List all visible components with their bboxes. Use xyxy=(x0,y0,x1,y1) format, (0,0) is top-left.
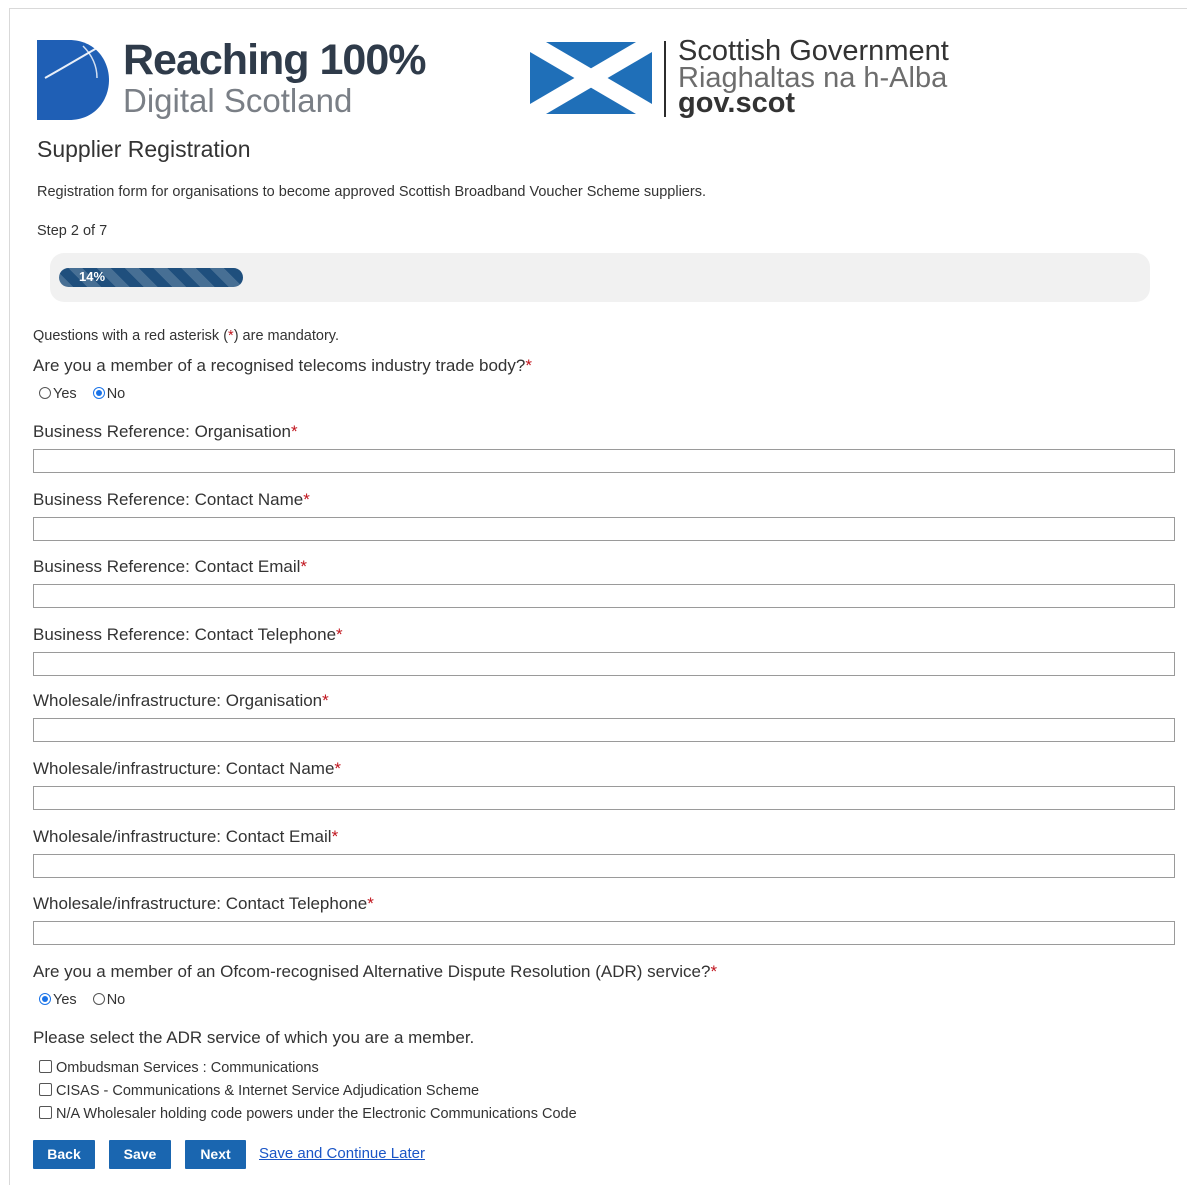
r100-logo-line2: Digital Scotland xyxy=(123,82,353,119)
scottish-government-logo: Scottish Government Riaghaltas na h-Alba… xyxy=(530,36,990,120)
mandatory-note-before: Questions with a red asterisk ( xyxy=(33,328,229,344)
adr-question-text: Are you a member of an Ofcom-recognised … xyxy=(33,962,711,981)
adr-checkbox-list: Ombudsman Services : Communications CISA… xyxy=(39,1060,577,1129)
business-organisation-input[interactable] xyxy=(33,449,1175,473)
field-label-wholesale-contact-email: Wholesale/infrastructure: Contact Email* xyxy=(33,827,338,847)
required-asterisk: * xyxy=(290,422,298,441)
r100-d-mark-icon xyxy=(37,40,109,120)
back-button[interactable]: Back xyxy=(33,1140,95,1169)
required-asterisk: * xyxy=(710,962,718,981)
adr-option-cisas[interactable]: CISAS - Communications & Internet Servic… xyxy=(39,1083,577,1106)
mandatory-note: Questions with a red asterisk (*) are ma… xyxy=(33,328,339,344)
field-label-text: Business Reference: Organisation xyxy=(33,422,291,441)
r100-logo-line1: Reaching 100% xyxy=(123,36,426,84)
radio-label: No xyxy=(106,386,126,403)
required-asterisk: * xyxy=(525,356,532,375)
radio-label: Yes xyxy=(53,386,77,403)
required-asterisk: * xyxy=(303,490,310,509)
wholesale-contact-name-input[interactable] xyxy=(33,786,1175,810)
field-label-wholesale-contact-telephone: Wholesale/infrastructure: Contact Teleph… xyxy=(33,894,374,914)
field-label-text: Wholesale/infrastructure: Contact Email xyxy=(33,827,332,846)
radio-button[interactable] xyxy=(39,387,51,400)
checkbox-label: CISAS - Communications & Internet Servic… xyxy=(56,1083,480,1099)
business-contact-telephone-input[interactable] xyxy=(33,652,1175,676)
field-label-wholesale-contact-name: Wholesale/infrastructure: Contact Name* xyxy=(33,759,341,779)
save-button[interactable]: Save xyxy=(109,1140,171,1169)
field-label-text: Business Reference: Contact Email xyxy=(33,557,301,576)
step-indicator: Step 2 of 7 xyxy=(37,223,108,239)
field-label-text: Wholesale/infrastructure: Contact Name xyxy=(33,759,335,778)
trade-body-question-text: Are you a member of a recognised telecom… xyxy=(33,356,526,375)
trade-body-question: Are you a member of a recognised telecom… xyxy=(33,356,532,376)
adr-radio-no[interactable]: No xyxy=(92,992,126,1009)
trade-body-radio-no[interactable]: No xyxy=(92,386,126,403)
checkbox[interactable] xyxy=(39,1060,52,1073)
field-label-business-contact-telephone: Business Reference: Contact Telephone* xyxy=(33,625,343,645)
next-button[interactable]: Next xyxy=(185,1140,246,1169)
adr-radio-yes[interactable]: Yes xyxy=(39,992,77,1008)
progress-bar-fill: 14% xyxy=(59,268,243,287)
field-label-text: Wholesale/infrastructure: Contact Teleph… xyxy=(33,894,368,913)
progress-panel: 14% xyxy=(50,253,1150,302)
radio-button[interactable] xyxy=(39,993,51,1006)
business-contact-name-input[interactable] xyxy=(33,517,1175,541)
field-label-text: Wholesale/infrastructure: Organisation xyxy=(33,691,323,710)
progress-track: 14% xyxy=(59,268,1141,287)
adr-radio-group: Yes No xyxy=(39,992,137,1010)
adr-option-na-wholesaler[interactable]: N/A Wholesaler holding code powers under… xyxy=(39,1106,577,1129)
checkbox-label: N/A Wholesaler holding code powers under… xyxy=(56,1106,577,1122)
required-asterisk: * xyxy=(300,557,308,576)
field-label-wholesale-organisation: Wholesale/infrastructure: Organisation* xyxy=(33,691,329,711)
required-asterisk: * xyxy=(334,759,342,778)
sg-logo-line3: gov.scot xyxy=(678,87,796,119)
adr-option-ombudsman[interactable]: Ombudsman Services : Communications xyxy=(39,1060,577,1083)
radio-label: No xyxy=(106,992,126,1009)
required-asterisk: * xyxy=(331,827,339,846)
business-contact-email-input[interactable] xyxy=(33,584,1175,608)
required-asterisk: * xyxy=(367,894,374,913)
radio-label: Yes xyxy=(53,992,77,1009)
trade-body-radio-group: Yes No xyxy=(39,386,137,404)
trade-body-radio-yes[interactable]: Yes xyxy=(39,386,77,402)
saltire-flag-icon xyxy=(530,42,652,114)
wholesale-contact-telephone-input[interactable] xyxy=(33,921,1175,945)
page-description: Registration form for organisations to b… xyxy=(37,184,706,200)
save-and-continue-later-link[interactable]: Save and Continue Later xyxy=(259,1145,425,1162)
page-title: Supplier Registration xyxy=(37,136,251,162)
reaching-100-logo: Reaching 100% Digital Scotland xyxy=(33,36,433,124)
field-label-text: Business Reference: Contact Name xyxy=(33,490,304,509)
field-label-business-organisation: Business Reference: Organisation* xyxy=(33,422,298,442)
field-label-business-contact-email: Business Reference: Contact Email* xyxy=(33,557,307,577)
checkbox-label: Ombudsman Services : Communications xyxy=(56,1060,319,1076)
field-label-business-contact-name: Business Reference: Contact Name* xyxy=(33,490,310,510)
checkbox[interactable] xyxy=(39,1106,52,1119)
wholesale-organisation-input[interactable] xyxy=(33,718,1175,742)
sg-logo-divider xyxy=(664,41,666,117)
checkbox[interactable] xyxy=(39,1083,52,1096)
required-asterisk: * xyxy=(322,691,329,710)
mandatory-note-after: ) are mandatory. xyxy=(233,328,339,344)
adr-question: Are you a member of an Ofcom-recognised … xyxy=(33,962,717,982)
radio-button[interactable] xyxy=(92,387,105,400)
progress-label: 14% xyxy=(79,269,106,284)
wholesale-contact-email-input[interactable] xyxy=(33,854,1175,878)
radio-button[interactable] xyxy=(92,993,105,1006)
field-label-text: Business Reference: Contact Telephone xyxy=(33,625,337,644)
adr-select-question: Please select the ADR service of which y… xyxy=(33,1028,475,1047)
required-asterisk: * xyxy=(336,625,343,644)
